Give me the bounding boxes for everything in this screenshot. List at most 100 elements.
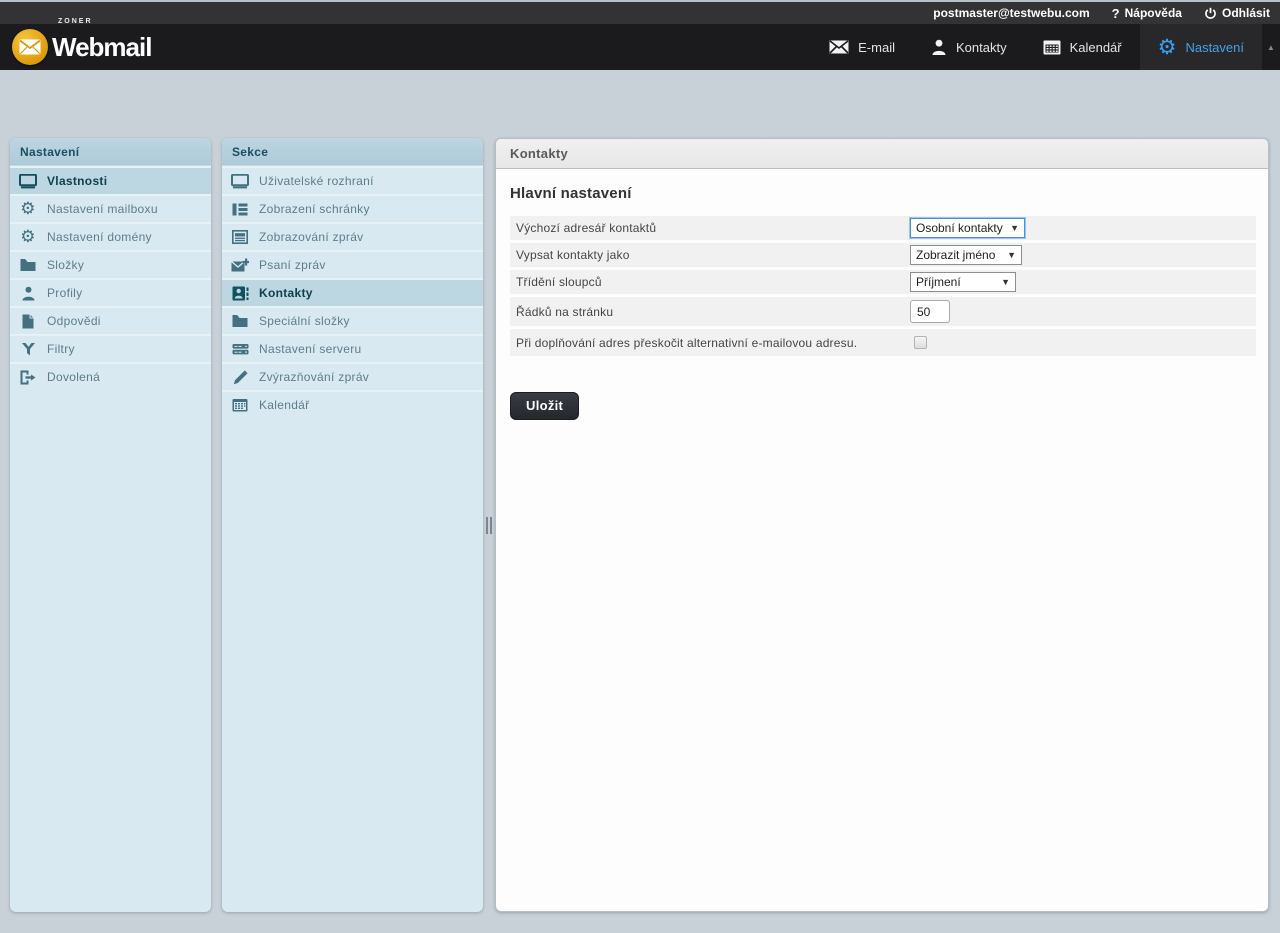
help-link[interactable]: ? Nápověda: [1112, 6, 1182, 21]
section-item-kontakty[interactable]: Kontakty: [222, 278, 483, 306]
monitor-icon: [18, 174, 38, 189]
navbar: Webmail ZONER E-mail Kontakty Kalendá: [0, 24, 1280, 70]
section-item-psani-zprav[interactable]: Psaní zpráv: [222, 250, 483, 278]
pencil-icon: [230, 370, 250, 385]
field-label: Vypsat kontakty jako: [516, 248, 910, 262]
chevron-down-icon: ▼: [1007, 250, 1016, 260]
collapse-arrow[interactable]: ▲: [1262, 24, 1280, 70]
section-item-zobrazovani-zprav[interactable]: Zobrazování zpráv: [222, 222, 483, 250]
brand-name: Webmail: [52, 34, 151, 60]
server-icon: [230, 343, 250, 356]
select-value: Zobrazit jméno: [916, 248, 995, 262]
gear-icon: ⚙: [18, 201, 38, 217]
sidebar-item-label: Profily: [47, 286, 82, 300]
brand-sub: ZONER: [58, 18, 93, 25]
section-item-kalendar[interactable]: Kalendář: [222, 390, 483, 418]
section-heading: Hlavní nastavení: [510, 185, 1256, 202]
tab-label: Nastavení: [1185, 40, 1244, 55]
tab-label: Kontakty: [956, 40, 1007, 55]
document-icon: [18, 314, 38, 329]
rows-per-page-input[interactable]: [910, 300, 950, 323]
chevron-down-icon: ▼: [1010, 223, 1019, 233]
sidebar-item-nastaveni-mailboxu[interactable]: ⚙ Nastavení mailboxu: [10, 194, 211, 222]
splitter-grip-icon: [486, 517, 492, 534]
field-label: Řádků na stránku: [516, 305, 910, 319]
sidebar-item-odpovedi[interactable]: Odpovědi: [10, 306, 211, 334]
filter-icon: [18, 342, 38, 357]
field-label: Výchozí adresář kontaktů: [516, 221, 910, 235]
section-item-nastaveni-serveru[interactable]: Nastavení serveru: [222, 334, 483, 362]
webmail-app: postmaster@testwebu.com ? Nápověda Odhlá…: [0, 0, 1280, 933]
select-value: Osobní kontakty: [916, 221, 1003, 235]
settings-panel-title: Nastavení: [10, 138, 211, 166]
exit-icon: [18, 370, 38, 385]
help-label: Nápověda: [1125, 6, 1182, 20]
section-item-label: Uživatelské rozhraní: [259, 174, 374, 188]
sidebar-item-slozky[interactable]: Složky: [10, 250, 211, 278]
monitor-icon: [230, 174, 250, 189]
person-icon: [18, 286, 38, 301]
section-item-specialni-slozky[interactable]: Speciální složky: [222, 306, 483, 334]
gear-icon: ⚙: [18, 229, 38, 245]
skip-alt-email-checkbox[interactable]: [914, 336, 927, 349]
article-icon: [230, 230, 250, 244]
envelope-logo-icon: [12, 29, 48, 65]
sidebar-item-filtry[interactable]: Filtry: [10, 334, 211, 362]
folder-icon: [230, 314, 250, 328]
section-item-label: Zobrazování zpráv: [259, 230, 363, 244]
settings-panel: Nastavení Vlastnosti ⚙ Nastavení mailbox…: [10, 138, 211, 912]
sections-panel: Sekce Uživatelské rozhraní Zobrazení sch…: [222, 138, 483, 912]
section-item-label: Zobrazení schránky: [259, 202, 370, 216]
tab-kontakty[interactable]: Kontakty: [913, 24, 1025, 70]
section-item-label: Kalendář: [259, 398, 309, 412]
power-icon: [1204, 7, 1217, 20]
default-address-book-select[interactable]: Osobní kontakty ▼: [910, 218, 1025, 238]
user-email: postmaster@testwebu.com: [933, 6, 1089, 20]
tab-label: Kalendář: [1070, 40, 1122, 55]
section-item-label: Kontakty: [259, 286, 313, 300]
section-item-label: Zvýrazňování zpráv: [259, 370, 369, 384]
person-icon: [931, 39, 947, 56]
sidebar-item-dovolena[interactable]: Dovolená: [10, 362, 211, 390]
sidebar-item-nastaveni-domeny[interactable]: ⚙ Nastavení domény: [10, 222, 211, 250]
form-row-rows-per-page: Řádků na stránku: [510, 297, 1256, 326]
sidebar-item-label: Filtry: [47, 342, 75, 356]
form-row-default-address-book: Výchozí adresář kontaktů Osobní kontakty…: [510, 216, 1256, 240]
calendar-icon: [230, 398, 250, 412]
up-triangle-icon: ▲: [1267, 43, 1275, 52]
save-button[interactable]: Uložit: [510, 392, 579, 420]
sidebar-item-label: Odpovědi: [47, 314, 101, 328]
gear-icon: ⚙: [1158, 39, 1177, 55]
brand-logo[interactable]: Webmail ZONER: [0, 24, 151, 70]
sidebar-item-vlastnosti[interactable]: Vlastnosti: [10, 166, 211, 194]
form-row-list-contacts-as: Vypsat kontakty jako Zobrazit jméno ▼: [510, 243, 1256, 267]
sections-panel-title: Sekce: [222, 138, 483, 166]
tab-email[interactable]: E-mail: [811, 24, 913, 70]
tab-nastaveni[interactable]: ⚙ Nastavení: [1140, 24, 1262, 70]
form-row-skip-alt-email: Při doplňování adres přeskočit alternati…: [510, 329, 1256, 356]
field-label: Při doplňování adres přeskočit alternati…: [516, 336, 914, 350]
logout-label: Odhlásit: [1222, 6, 1270, 20]
sidebar-item-label: Dovolená: [47, 370, 100, 384]
nav-tabs: E-mail Kontakty Kalendář ⚙ Nastavení ▲: [811, 24, 1280, 70]
sidebar-item-label: Vlastnosti: [47, 174, 107, 188]
compose-icon: [230, 258, 250, 273]
section-item-label: Psaní zpráv: [259, 258, 326, 272]
sidebar-item-label: Nastavení mailboxu: [47, 202, 158, 216]
chevron-down-icon: ▼: [1001, 277, 1010, 287]
section-item-uzivatelske-rozhrani[interactable]: Uživatelské rozhraní: [222, 166, 483, 194]
main-panel-title: Kontakty: [496, 139, 1268, 169]
logout-link[interactable]: Odhlásit: [1204, 6, 1270, 20]
panel-splitter[interactable]: [483, 138, 495, 912]
folder-icon: [18, 258, 38, 272]
section-item-zobrazeni-schranky[interactable]: Zobrazení schránky: [222, 194, 483, 222]
calendar-icon: [1043, 39, 1061, 55]
form-row-column-sorting: Třídění sloupců Příjmení ▼: [510, 270, 1256, 294]
list-contacts-as-select[interactable]: Zobrazit jméno ▼: [910, 245, 1022, 265]
column-sorting-select[interactable]: Příjmení ▼: [910, 272, 1016, 292]
tab-kalendar[interactable]: Kalendář: [1025, 24, 1140, 70]
topbar: postmaster@testwebu.com ? Nápověda Odhlá…: [0, 0, 1280, 24]
section-item-zvyraznovani-zprav[interactable]: Zvýrazňování zpráv: [222, 362, 483, 390]
tab-label: E-mail: [858, 40, 895, 55]
sidebar-item-profily[interactable]: Profily: [10, 278, 211, 306]
